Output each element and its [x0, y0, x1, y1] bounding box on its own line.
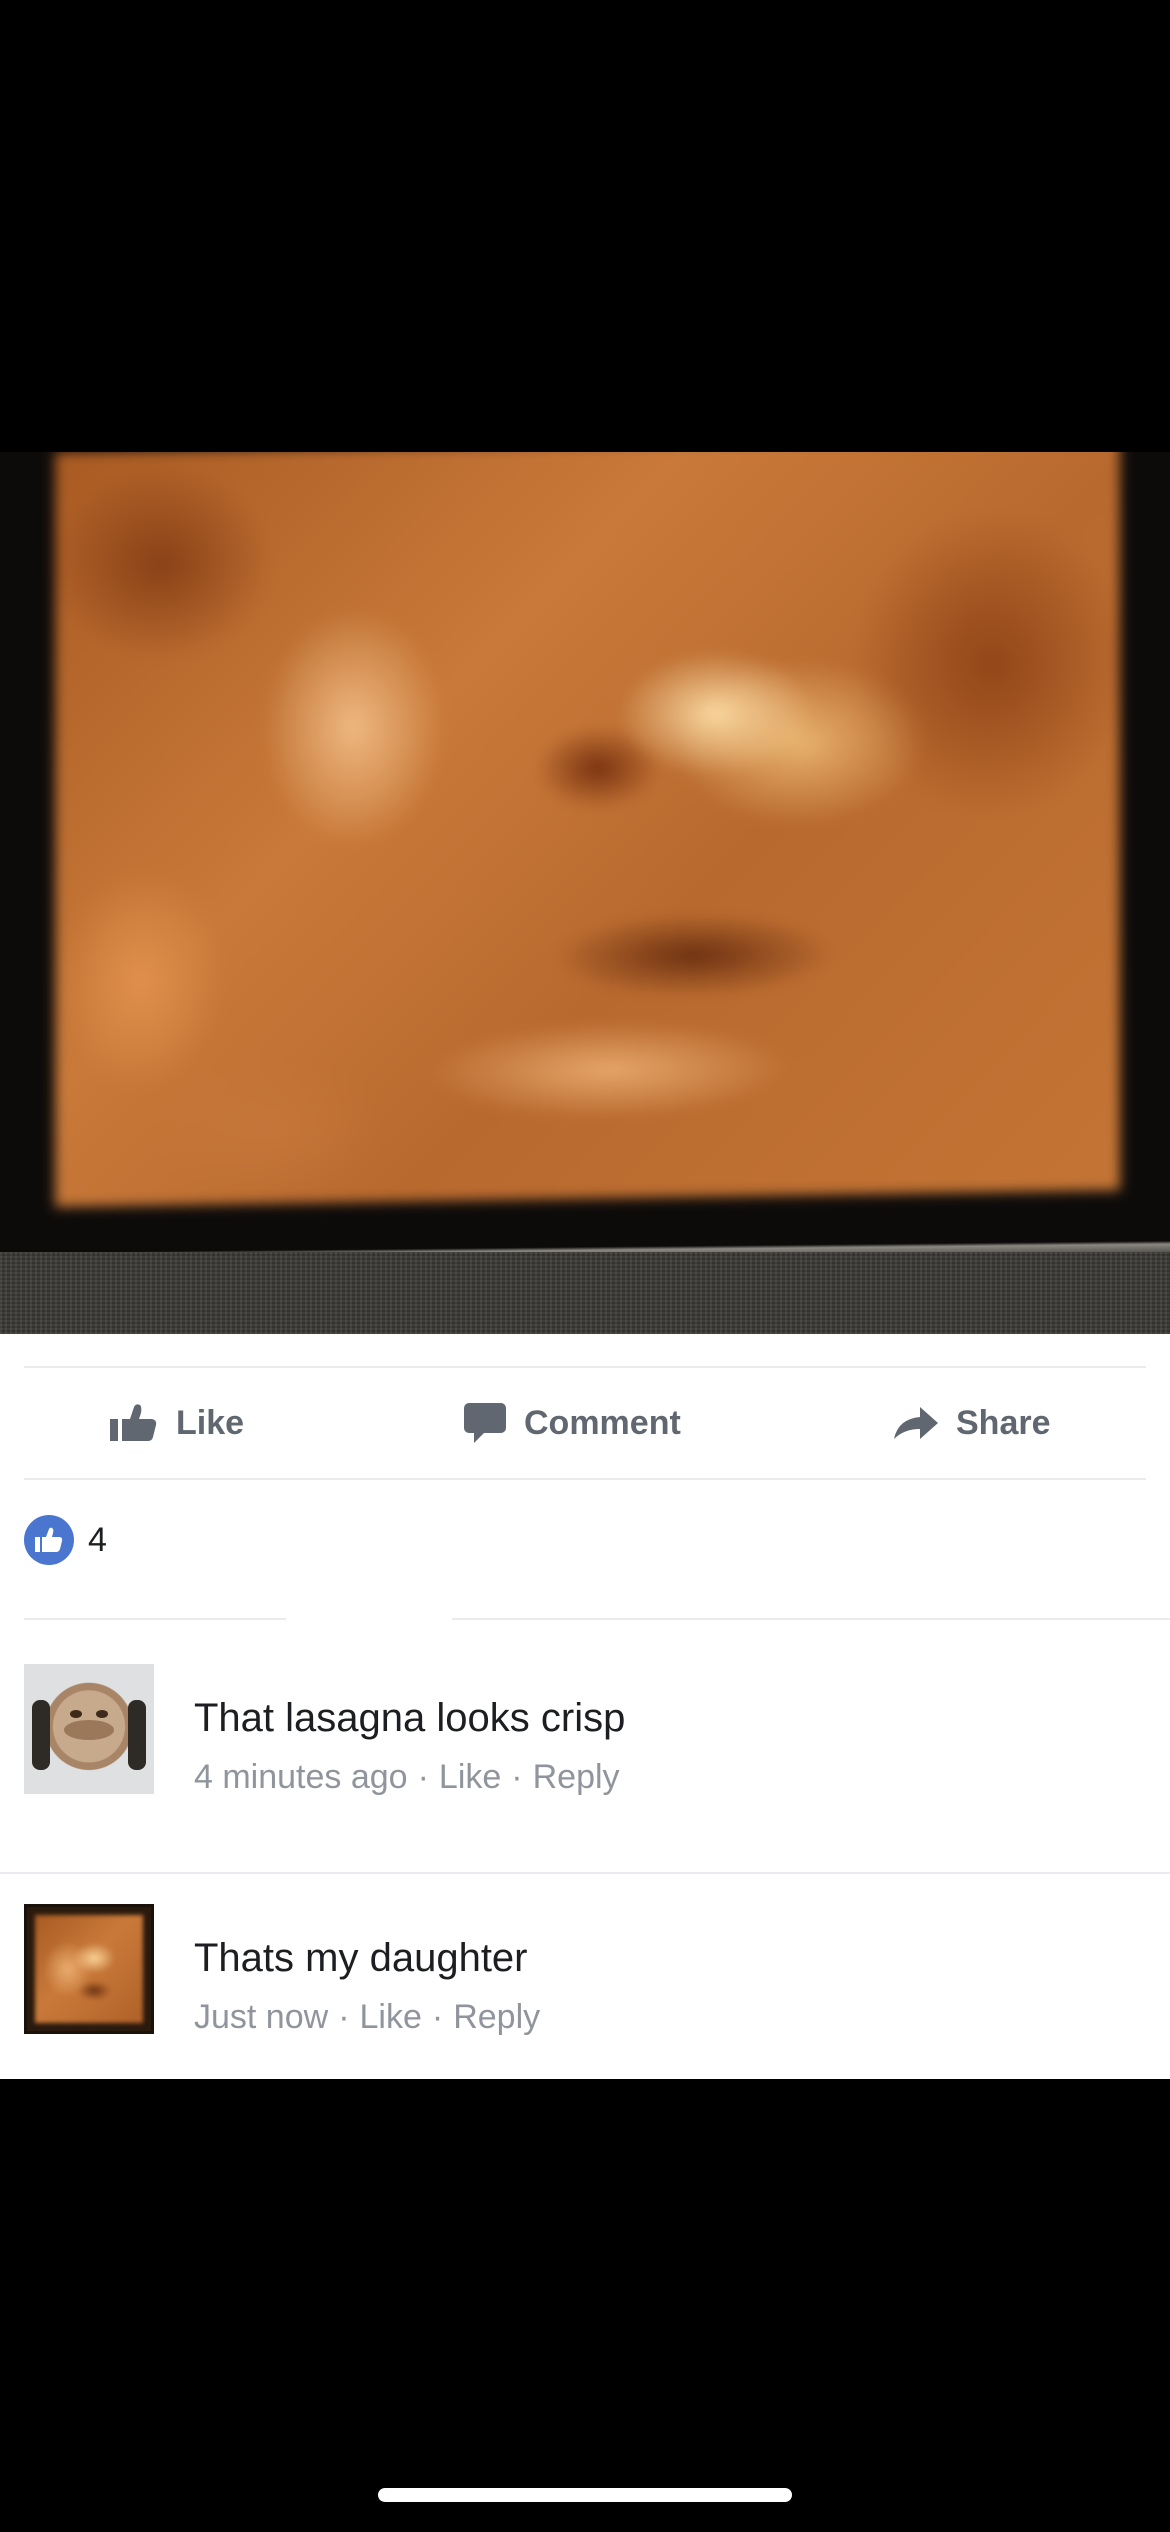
meta-separator: ·: [338, 1998, 350, 2036]
reaction-count: 4: [88, 1520, 107, 1559]
carpet-background: [0, 1252, 1170, 1334]
comment-text: Thats my daughter: [194, 1936, 528, 1980]
comment-like-link[interactable]: Like: [439, 1758, 501, 1797]
reactions-summary[interactable]: 4: [24, 1480, 1146, 1600]
comment-time: 4 minutes ago: [194, 1758, 408, 1796]
comment-reply-link[interactable]: Reply: [453, 1998, 540, 2037]
comment-text: That lasagna looks crisp: [194, 1696, 626, 1740]
photo-frame: [0, 452, 1170, 1252]
post-photo[interactable]: [0, 452, 1170, 1334]
divider: [452, 1618, 1170, 1620]
like-button[interactable]: Like: [108, 1368, 244, 1478]
comment-item: That lasagna looks crisp 4 minutes ago ·…: [0, 1634, 1170, 1854]
comment-label: Comment: [524, 1403, 681, 1442]
comment-button[interactable]: Comment: [462, 1368, 681, 1478]
thumbs-up-icon: [108, 1403, 160, 1443]
meta-separator: ·: [431, 1998, 444, 2036]
share-button[interactable]: Share: [892, 1368, 1051, 1478]
comment-meta: Just now · Like · Reply: [194, 1998, 540, 2037]
comment-reply-link[interactable]: Reply: [533, 1758, 620, 1797]
share-arrow-icon: [892, 1405, 940, 1441]
avatar[interactable]: [24, 1904, 154, 2034]
meta-separator: ·: [511, 1758, 523, 1796]
action-bar: Like Comment Share: [24, 1366, 1146, 1480]
divider: [24, 1618, 286, 1620]
comment-like-link[interactable]: Like: [360, 1998, 422, 2037]
speech-bubble-icon: [462, 1401, 508, 1445]
comment-item: Thats my daughter Just now · Like · Repl…: [0, 1874, 1170, 2094]
like-label: Like: [176, 1403, 245, 1442]
comment-meta: 4 minutes ago · Like · Reply: [194, 1758, 620, 1797]
avatar[interactable]: [24, 1664, 154, 1794]
post-footer-card: Like Comment Share 4 That lasagna looks …: [0, 1334, 1170, 2079]
comment-time: Just now: [194, 1998, 329, 2036]
share-label: Share: [956, 1403, 1051, 1442]
home-indicator[interactable]: [378, 2488, 792, 2502]
ultrasound-image: [55, 452, 1120, 1207]
meta-separator: ·: [417, 1758, 429, 1796]
like-reaction-icon: [24, 1515, 74, 1565]
